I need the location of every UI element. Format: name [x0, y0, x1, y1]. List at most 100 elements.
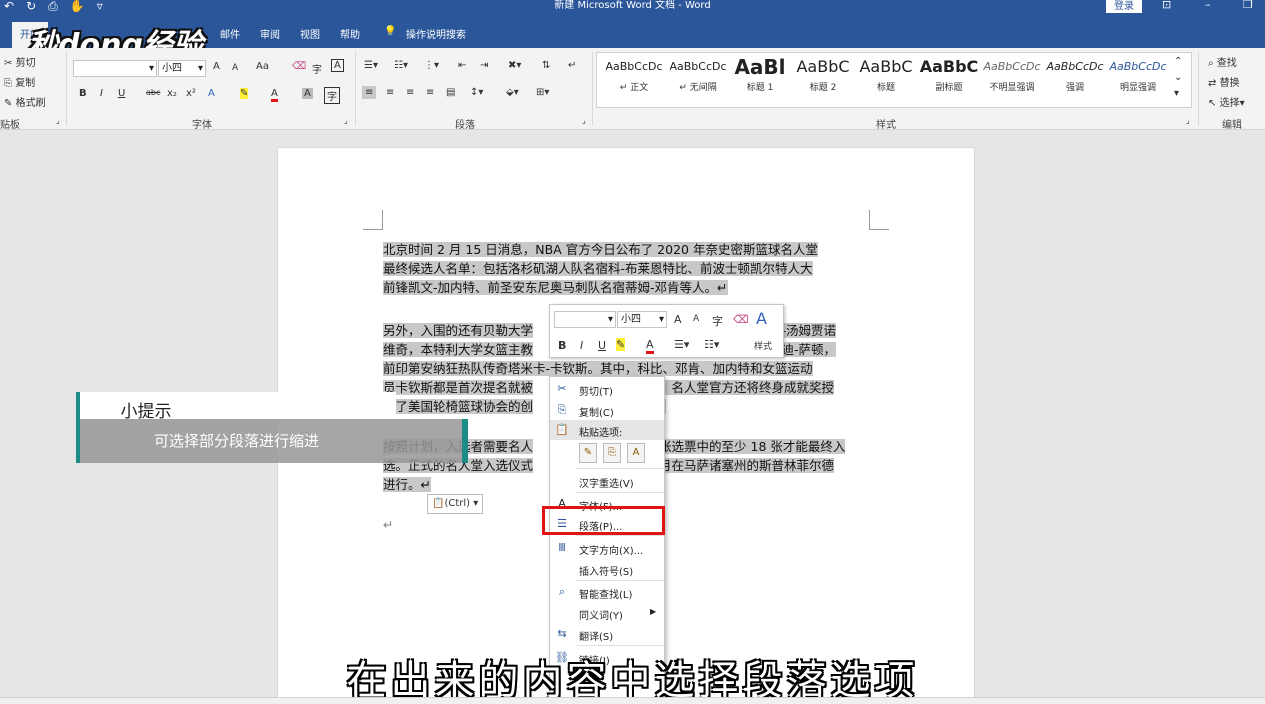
styles-launcher-icon[interactable]: ⌟	[1186, 116, 1190, 125]
menu-divider	[576, 535, 664, 536]
numbering-icon[interactable]: ☷▾	[394, 60, 408, 71]
line-spacing-icon[interactable]: ↕▾	[470, 87, 483, 98]
mini-styles-icon[interactable]: A	[756, 309, 767, 328]
borders-icon[interactable]: ⊞▾	[536, 87, 549, 98]
mini-clear-format-icon[interactable]: ⌫	[733, 313, 749, 326]
select-button[interactable]: ↖ 选择▾	[1208, 94, 1245, 109]
strikethrough-button[interactable]: abc	[146, 88, 160, 97]
cut-button[interactable]: ✂ 剪切	[4, 54, 36, 69]
shrink-font-button[interactable]: A	[232, 63, 238, 73]
style-subtitle[interactable]: AaBbC 副标题	[918, 54, 980, 100]
change-case-button[interactable]: Aa	[256, 61, 269, 72]
login-button[interactable]: 登录	[1106, 0, 1142, 13]
font-size-select[interactable]: 小四 ▾	[158, 60, 206, 77]
menu-synonyms[interactable]: 同义词(Y) ▶	[550, 603, 664, 623]
clipboard-launcher-icon[interactable]: ⌟	[56, 116, 60, 125]
style-heading-2[interactable]: AaBbC 标题 2	[792, 54, 854, 100]
underline-button[interactable]: U	[118, 88, 125, 99]
sort-icon[interactable]: ⇅	[542, 60, 550, 71]
style-no-spacing[interactable]: AaBbCcDc ↵ 无间隔	[667, 54, 729, 100]
show-marks-icon[interactable]: ↵	[568, 60, 576, 71]
style-title[interactable]: AaBbC 标题	[855, 54, 917, 100]
char-shading-icon[interactable]: A	[302, 88, 313, 99]
menu-smart-lookup[interactable]: ⌕ 智能查找(L)	[550, 582, 664, 602]
tab-help[interactable]: 帮助	[340, 26, 360, 41]
align-right-icon[interactable]: ≡	[406, 87, 414, 98]
decrease-indent-icon[interactable]: ⇤	[458, 60, 466, 71]
scissors-icon: ✂	[4, 58, 13, 69]
font-launcher-icon[interactable]: ⌟	[344, 116, 348, 125]
font-color-button[interactable]: A	[271, 88, 278, 102]
mini-italic-icon[interactable]: I	[580, 339, 583, 352]
minimize-icon[interactable]: –	[1205, 0, 1211, 11]
style-heading-1[interactable]: AaBl 标题 1	[729, 54, 791, 100]
phonetic-guide-icon[interactable]: 字	[312, 61, 322, 76]
gallery-scroll-down-icon[interactable]: ⌄	[1174, 72, 1182, 83]
highlight-icon[interactable]: ✎	[240, 88, 249, 99]
ribbon: ✂ 剪切 ⎘ 复制 ✎ 格式刷 贴板 ⌟ ▾ 小四 ▾ A A Aa ⌫ 字 A …	[0, 48, 1265, 131]
grow-font-button[interactable]: A	[213, 61, 220, 72]
justify-icon[interactable]: ≡	[426, 87, 434, 98]
gallery-more-icon[interactable]: ▾	[1174, 88, 1179, 99]
superscript-button[interactable]: x²	[186, 88, 196, 99]
mini-shrink-font-icon[interactable]: A	[693, 314, 699, 324]
restore-icon[interactable]: ❐	[1243, 0, 1253, 11]
copy-button[interactable]: ⎘ 复制	[4, 74, 35, 89]
style-normal[interactable]: AaBbCcDc ↵ 正文	[603, 54, 665, 100]
scissors-icon: ✂	[557, 382, 567, 395]
mini-grow-font-icon[interactable]: A	[674, 313, 682, 326]
paragraph-1[interactable]: 北京时间 2 月 15 日消息，NBA 官方今日公布了 2020 年奈史密斯篮球…	[383, 240, 869, 297]
font-name-select[interactable]: ▾	[73, 60, 157, 77]
tab-view[interactable]: 视图	[300, 26, 320, 41]
increase-indent-icon[interactable]: ⇥	[480, 60, 488, 71]
italic-button[interactable]: I	[100, 88, 103, 99]
tab-review[interactable]: 审阅	[260, 26, 280, 41]
tell-me-search[interactable]: 操作说明搜索	[406, 26, 466, 41]
align-center-icon[interactable]: ≡	[386, 87, 394, 98]
replace-icon: ⇄	[1208, 78, 1217, 89]
subscript-button[interactable]: x₂	[167, 88, 177, 99]
paragraph-group-label: 段落	[455, 120, 475, 131]
paste-options-button[interactable]: 📋(Ctrl) ▾	[427, 494, 483, 514]
mini-font-select[interactable]: ▾	[554, 311, 616, 328]
bullets-icon[interactable]: ☰▾	[364, 60, 378, 71]
menu-text-direction[interactable]: Ⅲ 文字方向(X)...	[550, 538, 664, 558]
mini-bold-icon[interactable]: B	[558, 339, 566, 352]
bold-button[interactable]: B	[79, 88, 87, 99]
format-painter-button[interactable]: ✎ 格式刷	[4, 94, 46, 109]
mini-highlight-icon[interactable]: ✎	[616, 338, 626, 351]
find-button[interactable]: ⌕ 查找	[1208, 54, 1237, 69]
clear-format-icon[interactable]: ⌫	[292, 61, 306, 72]
text-effects-icon[interactable]: A	[208, 88, 215, 99]
menu-copy[interactable]: ⎘ 复制(C)	[550, 400, 664, 420]
multilevel-list-icon[interactable]: ⋮▾	[424, 60, 439, 71]
paste-text-only-icon[interactable]: A	[627, 443, 645, 463]
paste-keep-format-icon[interactable]: ✎	[579, 443, 597, 463]
menu-translate[interactable]: ⇆ 翻译(S)	[550, 624, 664, 644]
gallery-scroll-up-icon[interactable]: ⌃	[1174, 56, 1182, 67]
document-title: 新建 Microsoft Word 文档 - Word	[554, 0, 711, 11]
ribbon-display-icon[interactable]: ⊡	[1162, 0, 1171, 11]
mini-phonetic-icon[interactable]: 字	[712, 313, 723, 329]
char-border-icon[interactable]: A	[331, 59, 344, 72]
mini-bullets-icon[interactable]: ☰▾	[674, 338, 689, 351]
menu-reconvert[interactable]: 汉字重选(V)	[550, 471, 664, 491]
paragraph-launcher-icon[interactable]: ⌟	[582, 116, 586, 125]
mini-size-select[interactable]: 小四 ▾	[617, 311, 667, 328]
distribute-icon[interactable]: ▤	[446, 87, 455, 98]
mini-numbering-icon[interactable]: ☷▾	[704, 338, 719, 351]
align-left-icon[interactable]: ≡	[362, 86, 377, 99]
style-intense-emphasis[interactable]: AaBbCcDc 明显强调	[1107, 54, 1169, 100]
style-subtle-emphasis[interactable]: AaBbCcDc 不明显强调	[981, 54, 1043, 100]
enclose-char-icon[interactable]: 字	[324, 87, 340, 104]
mini-underline-icon[interactable]: U	[598, 339, 606, 352]
menu-cut[interactable]: ✂ 剪切(T)	[550, 379, 664, 399]
mini-font-color-icon[interactable]: A	[646, 338, 654, 354]
menu-insert-symbol[interactable]: 插入符号(S)	[550, 559, 664, 579]
style-emphasis[interactable]: AaBbCcDc 强调	[1044, 54, 1106, 100]
tab-mailings[interactable]: 邮件	[220, 26, 240, 41]
replace-button[interactable]: ⇄ 替换	[1208, 74, 1240, 89]
paste-merge-format-icon[interactable]: ⎘	[603, 443, 621, 463]
chinese-layout-icon[interactable]: ✖▾	[508, 60, 521, 71]
shading-icon[interactable]: ⬙▾	[506, 87, 519, 98]
